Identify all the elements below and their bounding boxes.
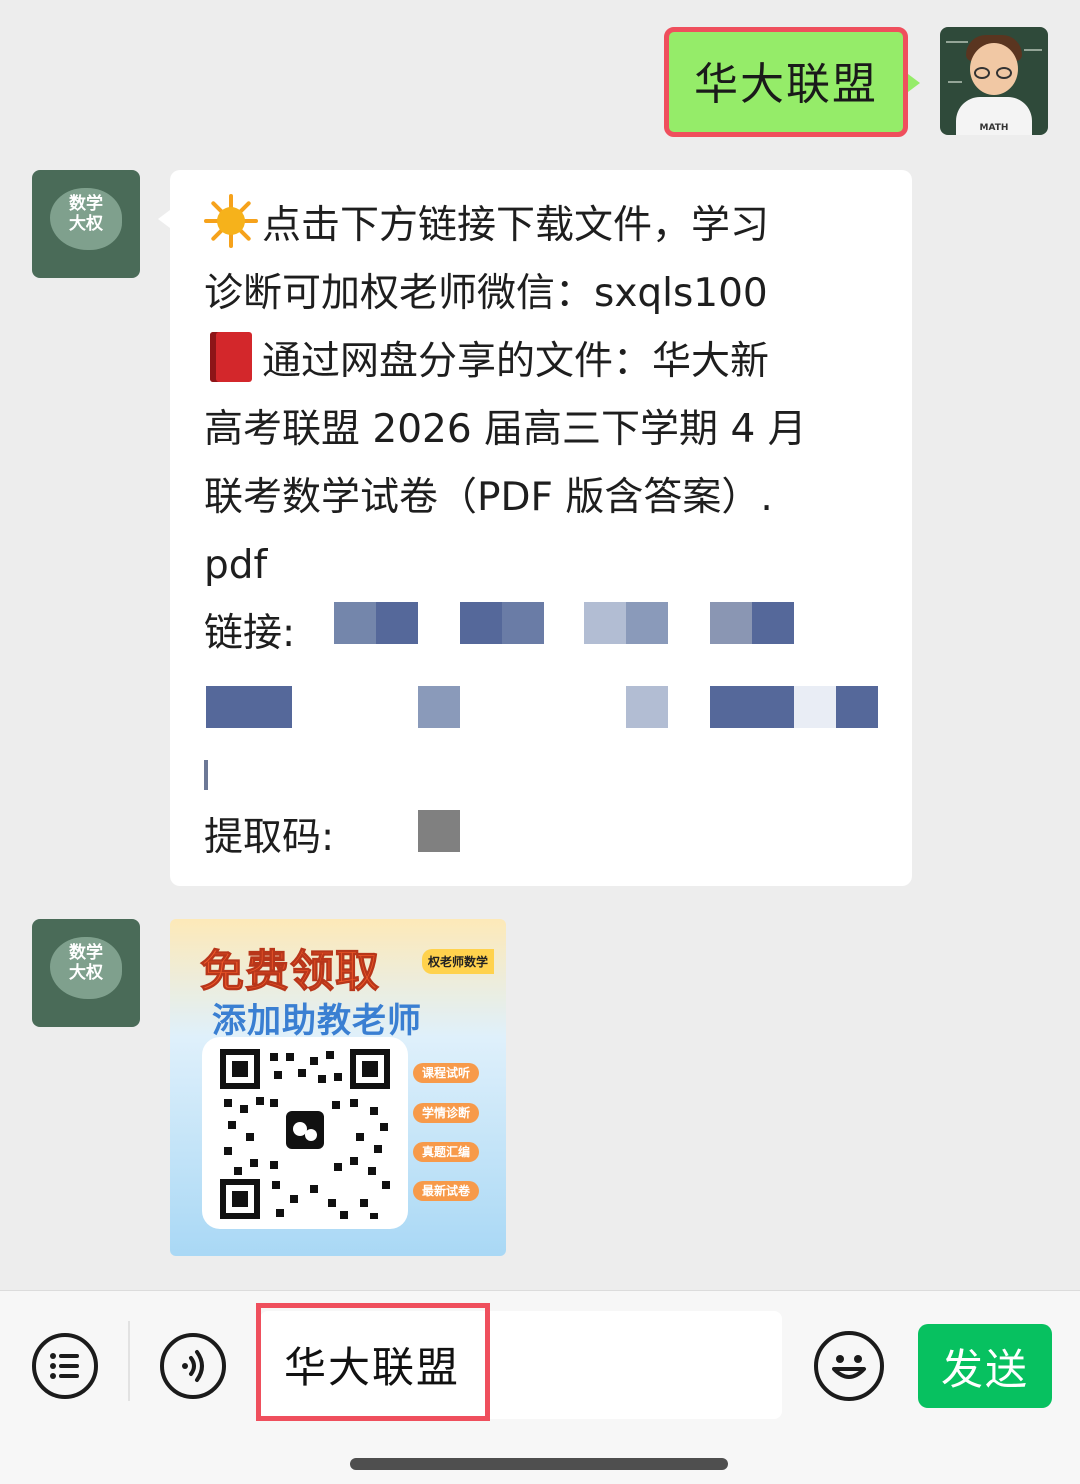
input-bar: 发送 [0, 1290, 1080, 1484]
promo-tag: 学情诊断 [413, 1103, 479, 1123]
message-line: 高考联盟 2026 届高三下学期 4 月 [204, 407, 807, 452]
message-body: 点击下方链接下载文件，学习 诊断可加权老师微信：sxqls100 通过网盘分享的… [204, 192, 894, 872]
promo-tag: 最新试卷 [413, 1181, 479, 1201]
promo-image-message[interactable]: 免费领取 权老师数学 添加助教老师 课程试听 学情诊断 真题汇编 最新试卷 [170, 919, 506, 1256]
bot-avatar[interactable]: 数学 大权 [32, 919, 140, 1027]
message-input[interactable] [282, 1333, 766, 1395]
home-indicator[interactable] [350, 1458, 728, 1470]
promo-badge: 权老师数学 [422, 949, 495, 974]
message-input-field[interactable] [256, 1303, 782, 1421]
message-line: 通过网盘分享的文件：华大新 [262, 339, 770, 384]
chat-area: 华大联盟 MATH 数学 大权 点击下方链接下载文件，学习 诊断可加权老师微信：… [0, 0, 1080, 1290]
red-book-emoji-icon [210, 332, 252, 382]
emoji-icon[interactable] [814, 1331, 884, 1401]
message-line: pdf [204, 543, 268, 588]
code-label: 提取码: [204, 815, 335, 860]
bot-avatar[interactable]: 数学 大权 [32, 170, 140, 278]
qr-code-icon [220, 1049, 390, 1219]
message-line: 点击下方链接下载文件，学习 [262, 203, 770, 248]
promo-tag: 课程试听 [413, 1063, 479, 1083]
qr-code [202, 1037, 408, 1229]
sent-message-text: 华大联盟 [694, 59, 878, 110]
menu-icon[interactable] [32, 1333, 98, 1399]
promo-tag: 真题汇编 [413, 1142, 479, 1162]
redacted-code [418, 810, 460, 852]
promo-title: 免费领取 [200, 946, 380, 998]
sun-emoji-icon [204, 194, 258, 248]
bot-avatar-label: 数学 大权 [69, 943, 103, 983]
user-avatar[interactable]: MATH [940, 27, 1048, 135]
message-line: 联考数学试卷（PDF 版含答案）. [204, 475, 773, 520]
divider [128, 1321, 130, 1401]
promo-subtitle: 添加助教老师 [212, 1001, 422, 1041]
user-avatar-shirt-text: MATH [979, 123, 1009, 133]
send-button[interactable]: 发送 [918, 1324, 1052, 1408]
sent-message-bubble[interactable]: 华大联盟 [664, 27, 920, 137]
voice-icon[interactable] [160, 1333, 226, 1399]
message-line: 诊断可加权老师微信：sxqls100 [204, 271, 768, 316]
bot-avatar-label: 数学 大权 [69, 194, 103, 234]
text-message-bubble[interactable]: 点击下方链接下载文件，学习 诊断可加权老师微信：sxqls100 通过网盘分享的… [158, 170, 912, 886]
